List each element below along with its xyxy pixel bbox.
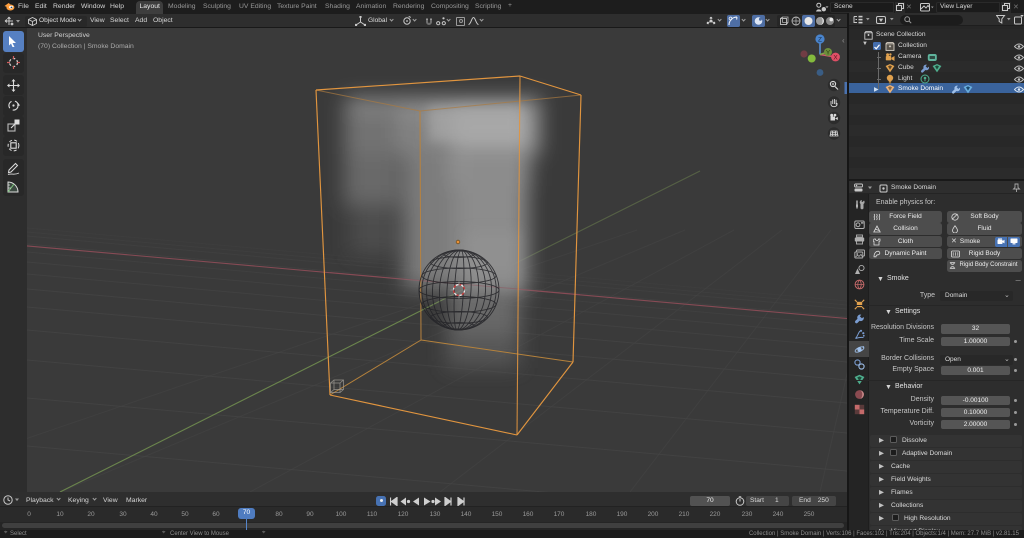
svg-text:Z: Z — [818, 37, 822, 44]
svg-text:‹: ‹ — [842, 36, 845, 45]
svg-text:Y: Y — [826, 50, 831, 57]
svg-text:X: X — [833, 55, 838, 62]
